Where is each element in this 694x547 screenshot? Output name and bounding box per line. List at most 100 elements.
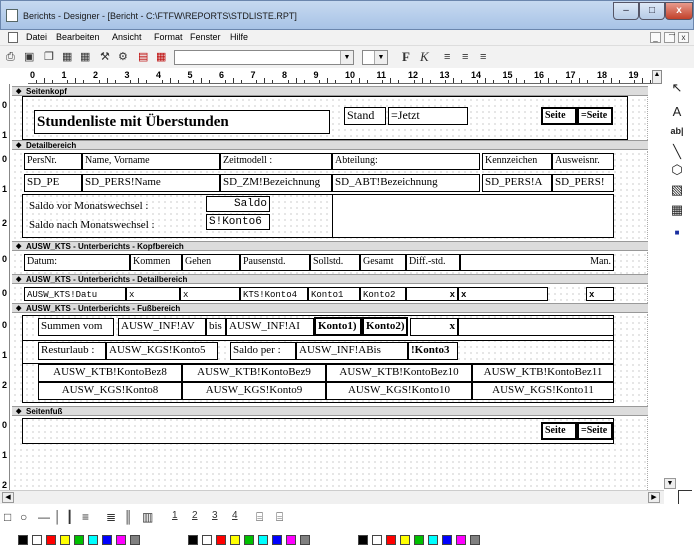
color-swatch[interactable] (46, 535, 56, 545)
kts-detail-datum-field[interactable]: AUSW_KTS!Datu (24, 287, 126, 301)
color-swatch[interactable] (428, 535, 438, 545)
page-value-field[interactable]: =Seite (577, 107, 613, 125)
scroll-left-icon[interactable]: ◀ (2, 492, 14, 503)
color-swatch[interactable] (202, 535, 212, 545)
color-swatch[interactable] (300, 535, 310, 545)
vline-tool-icon[interactable]: │ (54, 510, 62, 524)
tools-icon[interactable]: ⚒ (100, 50, 110, 64)
mdi-close-button[interactable]: x (678, 32, 689, 43)
menu-fenster[interactable]: Fenster (190, 32, 221, 42)
kts-detail-konto2-field[interactable]: Konto2 (360, 287, 406, 301)
header-abteilung[interactable]: Abteilung: (332, 153, 480, 170)
chevron-down-icon[interactable]: ▼ (374, 51, 387, 64)
bis-label[interactable]: bis (206, 318, 226, 336)
kontobez9-field[interactable]: AUSW_KTB!KontoBez9 (182, 364, 326, 382)
kts-header-diff[interactable]: Diff.-std. (406, 254, 460, 271)
header-persnr[interactable]: PersNr. (24, 153, 82, 170)
kts-header-kommen[interactable]: Kommen (130, 254, 182, 271)
report-canvas[interactable]: 0 1 0 1 2 0 0 0 1 2 0 1 2 Seitenkopf Stu… (0, 84, 664, 490)
menu-datei[interactable]: Datei (26, 32, 47, 42)
pattern-tool-icon[interactable]: ≣ (106, 510, 116, 524)
font-combo[interactable]: ▼ (174, 50, 354, 65)
page-label[interactable]: Seite (541, 107, 577, 125)
color-swatch[interactable] (102, 535, 112, 545)
print-icon[interactable]: ⎙ (6, 50, 15, 64)
band-detail[interactable]: Detailbereich (12, 140, 648, 150)
color-swatch[interactable] (470, 535, 480, 545)
color-swatch[interactable] (18, 535, 28, 545)
menu-ansicht[interactable]: Ansicht (112, 32, 142, 42)
summen-label[interactable]: Summen vom (38, 318, 114, 336)
scroll-right-icon[interactable]: ▶ (648, 492, 660, 503)
mdi-minimize-button[interactable]: _ (650, 32, 661, 43)
table-icon[interactable]: ▦ (156, 50, 166, 64)
color-swatch[interactable] (372, 535, 382, 545)
kts-detail-man-field[interactable]: x (586, 287, 614, 301)
band-seitenkopf[interactable]: Seitenkopf (12, 86, 648, 96)
chevron-down-icon[interactable]: ▼ (340, 51, 353, 64)
print-preview-icon[interactable]: ▣ (24, 50, 34, 64)
image-tool-icon[interactable]: ▧ (667, 182, 687, 198)
menu-bearbeiten[interactable]: Bearbeiten (56, 32, 100, 42)
copy-icon[interactable]: ❐ (44, 50, 54, 64)
color-swatch[interactable] (456, 535, 466, 545)
kts-header-gesamt[interactable]: Gesamt (360, 254, 406, 271)
color-swatch[interactable] (272, 535, 282, 545)
rectangle-tool-icon[interactable]: □ (4, 510, 11, 524)
color-swatch[interactable] (442, 535, 452, 545)
kts-detail-kommen-field[interactable]: x (126, 287, 180, 301)
summen-right-box[interactable] (458, 318, 614, 336)
kts-detail-diff-field[interactable]: x (406, 287, 458, 301)
resturlaub-field[interactable]: AUSW_KGS!Konto5 (106, 342, 218, 360)
fill-tool-icon[interactable]: ▥ (142, 510, 153, 524)
close-button[interactable]: x (665, 2, 693, 20)
kts-detail-x-field[interactable]: x (458, 287, 548, 301)
color-swatch[interactable] (188, 535, 198, 545)
kgs-konto10-field[interactable]: AUSW_KGS!Konto10 (326, 382, 472, 400)
line-width-4-icon[interactable]: 4 (232, 510, 238, 521)
shape-tool-icon[interactable]: ⬡ (667, 162, 687, 178)
color-swatch[interactable] (386, 535, 396, 545)
color-swatch[interactable] (400, 535, 410, 545)
subreport-tool-icon[interactable]: ▦ (667, 202, 687, 218)
maximize-button[interactable]: □ (639, 2, 665, 20)
ellipse-tool-icon[interactable]: ○ (20, 510, 27, 524)
color-swatch[interactable] (116, 535, 126, 545)
page-footer-frame[interactable] (22, 418, 614, 444)
footer-page-label[interactable]: Seite (541, 422, 577, 440)
align-icon[interactable]: ▤ (138, 50, 148, 64)
color-swatch[interactable] (216, 535, 226, 545)
detail-abteilung-field[interactable]: SD_ABT!Bezeichnung (332, 174, 480, 192)
size-combo[interactable]: ▼ (362, 50, 388, 65)
border-top-icon[interactable]: ⌸ (256, 510, 263, 525)
scroll-down-icon[interactable]: ▼ (664, 478, 676, 489)
header-name[interactable]: Name, Vorname (82, 153, 220, 170)
italic-button[interactable]: K (420, 50, 429, 64)
color-swatch[interactable] (244, 535, 254, 545)
border-bottom-icon[interactable]: ⌸ (276, 510, 283, 525)
kts-header-gehen[interactable]: Gehen (182, 254, 240, 271)
kgs-konto8-field[interactable]: AUSW_KGS!Konto8 (38, 382, 182, 400)
color-swatch[interactable] (286, 535, 296, 545)
hlines-tool-icon[interactable]: ≡ (82, 510, 89, 524)
saldo-per-field[interactable]: AUSW_INF!ABis (296, 342, 408, 360)
jetzt-field[interactable]: =Jetzt (388, 107, 468, 125)
kgs-konto9-field[interactable]: AUSW_KGS!Konto9 (182, 382, 326, 400)
properties-icon[interactable]: ▦ (62, 50, 72, 64)
line-width-1-icon[interactable]: 1 (172, 510, 178, 521)
band-seitenfuss[interactable]: Seitenfuß (12, 406, 648, 416)
konto3-field[interactable]: !Konto3 (408, 342, 458, 360)
align-left-icon[interactable]: ≡ (444, 50, 450, 64)
document-icon[interactable] (8, 32, 18, 43)
window-title-bar[interactable]: Berichts - Designer - [Bericht - C:\FTFW… (0, 0, 694, 30)
band-kts-kopf[interactable]: AUSW_KTS - Unterberichts - Kopfbereich (12, 241, 648, 251)
kontobez11-field[interactable]: AUSW_KTB!KontoBez11 (472, 364, 614, 382)
settings-icon[interactable]: ⚙ (118, 50, 128, 64)
align-center-icon[interactable]: ≡ (462, 50, 468, 64)
kts-detail-konto1-field[interactable]: Konto1 (308, 287, 360, 301)
footer-page-value-field[interactable]: =Seite (577, 422, 613, 440)
horizontal-scrollbar[interactable]: ◀ ▶ (0, 490, 664, 504)
summen-konto1-field[interactable]: Konto1) (314, 317, 362, 336)
kts-detail-konto4-field[interactable]: KTS!Konto4 (240, 287, 308, 301)
header-kennzeichen[interactable]: Kennzeichen (482, 153, 552, 170)
